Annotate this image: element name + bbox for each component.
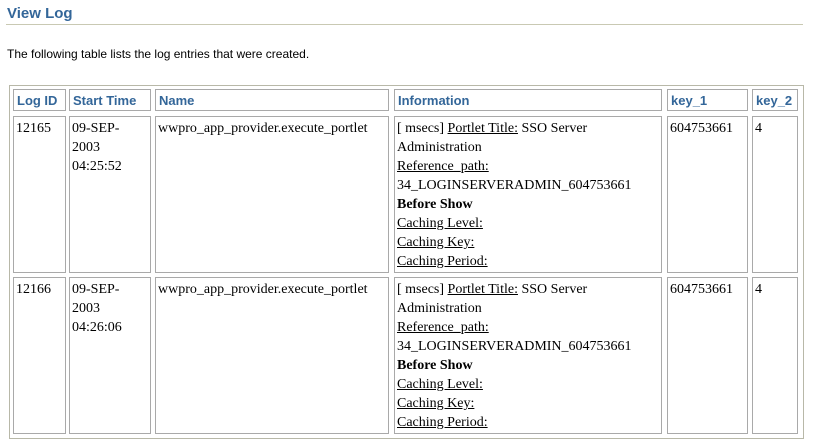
info-line: [ msecs] Portlet Title: SSO Server xyxy=(397,280,661,299)
phase-label: Before Show xyxy=(397,197,473,212)
header-log-id: Log ID xyxy=(13,89,66,111)
header-key-2: key_2 xyxy=(752,89,798,111)
caching-key-label: Caching Key: xyxy=(397,396,475,411)
cell-key-2: 4 xyxy=(752,116,798,273)
cell-start-time: 09-SEP- 2003 04:26:06 xyxy=(69,277,151,434)
portlet-title-value-cont: Administration xyxy=(397,301,482,316)
header-start-time: Start Time xyxy=(69,89,151,111)
caching-period-label: Caching Period: xyxy=(397,254,488,269)
portlet-title-label: Portlet Title: xyxy=(447,121,518,136)
title-divider xyxy=(6,24,803,25)
caching-level-label: Caching Level: xyxy=(397,216,483,231)
start-clock: 04:26:06 xyxy=(72,320,122,335)
cell-name: wwpro_app_provider.execute_portlet xyxy=(155,277,389,434)
header-name: Name xyxy=(155,89,389,111)
header-key-1: key_1 xyxy=(667,89,748,111)
caching-key-label: Caching Key: xyxy=(397,235,475,250)
cell-key-2: 4 xyxy=(752,277,798,434)
portlet-title-value: SSO Server xyxy=(521,282,588,297)
cell-information: [ msecs] Portlet Title: SSO Server Admin… xyxy=(394,277,662,434)
portlet-title-label: Portlet Title: xyxy=(447,282,518,297)
start-date: 09-SEP- xyxy=(72,282,120,297)
portlet-title-value: SSO Server xyxy=(521,121,588,136)
info-prefix: [ msecs] xyxy=(397,282,445,297)
header-information: Information xyxy=(394,89,662,111)
start-year: 2003 xyxy=(72,301,100,316)
info-prefix: [ msecs] xyxy=(397,121,445,136)
page-title: View Log xyxy=(7,5,73,22)
intro-text: The following table lists the log entrie… xyxy=(7,47,310,61)
reference-path-label: Reference_path: xyxy=(397,320,489,335)
phase-label: Before Show xyxy=(397,358,473,373)
cell-information: [ msecs] Portlet Title: SSO Server Admin… xyxy=(394,116,662,273)
start-clock: 04:25:52 xyxy=(72,159,122,174)
start-date: 09-SEP- xyxy=(72,121,120,136)
cell-key-1: 604753661 xyxy=(667,277,748,434)
reference-path-value: 34_LOGINSERVERADMIN_604753661 xyxy=(397,339,632,354)
cell-log-id: 12166 xyxy=(13,277,66,434)
reference-path-value: 34_LOGINSERVERADMIN_604753661 xyxy=(397,178,632,193)
portlet-title-value-cont: Administration xyxy=(397,140,482,155)
caching-level-label: Caching Level: xyxy=(397,377,483,392)
reference-path-label: Reference_path: xyxy=(397,159,489,174)
caching-period-label: Caching Period: xyxy=(397,415,488,430)
start-year: 2003 xyxy=(72,140,100,155)
info-line: [ msecs] Portlet Title: SSO Server xyxy=(397,119,661,138)
cell-key-1: 604753661 xyxy=(667,116,748,273)
cell-name: wwpro_app_provider.execute_portlet xyxy=(155,116,389,273)
cell-log-id: 12165 xyxy=(13,116,66,273)
cell-start-time: 09-SEP- 2003 04:25:52 xyxy=(69,116,151,273)
